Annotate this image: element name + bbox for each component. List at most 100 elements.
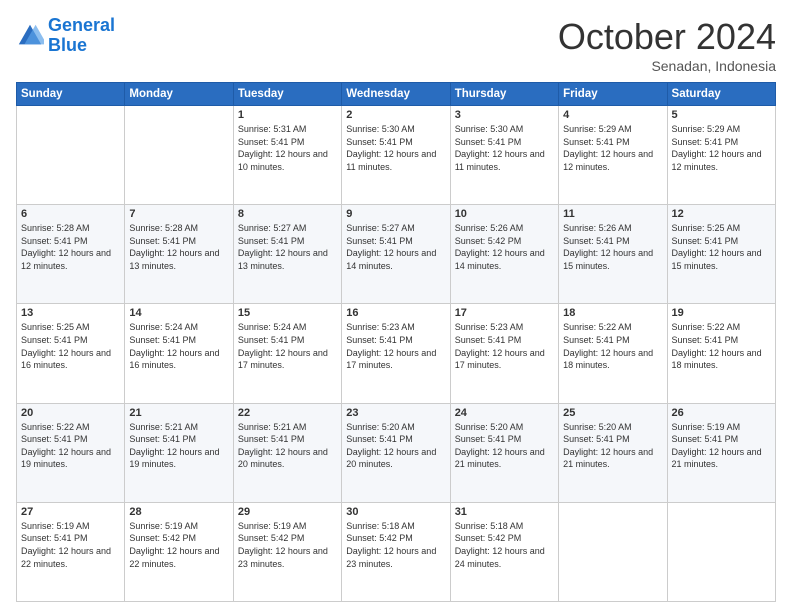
day-number: 10: [455, 208, 554, 220]
calendar-cell: 1 Sunrise: 5:31 AM Sunset: 5:41 PM Daylig…: [233, 106, 341, 205]
day-number: 3: [455, 109, 554, 121]
day-info: Sunrise: 5:19 AM Sunset: 5:42 PM Dayligh…: [129, 520, 228, 570]
day-info: Sunrise: 5:28 AM Sunset: 5:41 PM Dayligh…: [129, 222, 228, 272]
day-number: 4: [563, 109, 662, 121]
calendar-cell: 6 Sunrise: 5:28 AM Sunset: 5:41 PM Daylig…: [17, 205, 125, 304]
calendar-cell: [667, 502, 775, 601]
day-number: 27: [21, 506, 120, 518]
day-info: Sunrise: 5:21 AM Sunset: 5:41 PM Dayligh…: [238, 421, 337, 471]
calendar-cell: 5Sunrise: 5:29 AM Sunset: 5:41 PM Daylig…: [667, 106, 775, 205]
day-number: 11: [563, 208, 662, 220]
calendar-cell: 3 Sunrise: 5:30 AM Sunset: 5:41 PM Daylig…: [450, 106, 558, 205]
weekday-header-friday: Friday: [559, 83, 667, 106]
calendar-body: 1 Sunrise: 5:31 AM Sunset: 5:41 PM Daylig…: [17, 106, 776, 602]
weekday-header-saturday: Saturday: [667, 83, 775, 106]
header: General Blue October 2024 Senadan, Indon…: [16, 16, 776, 74]
day-info: Sunrise: 5:25 AM Sunset: 5:41 PM Dayligh…: [21, 321, 120, 371]
day-info: Sunrise: 5:26 AM Sunset: 5:41 PM Dayligh…: [563, 222, 662, 272]
calendar-cell: 2Sunrise: 5:30 AM Sunset: 5:41 PM Daylig…: [342, 106, 450, 205]
calendar-cell: 23 Sunrise: 5:20 AM Sunset: 5:41 PM Dayli…: [342, 403, 450, 502]
day-number: 16: [346, 307, 445, 319]
day-number: 25: [563, 407, 662, 419]
calendar-week-1: 1 Sunrise: 5:31 AM Sunset: 5:41 PM Daylig…: [17, 106, 776, 205]
calendar-cell: 10 Sunrise: 5:26 AM Sunset: 5:42 PM Dayli…: [450, 205, 558, 304]
day-info: Sunrise: 5:29 AM Sunset: 5:41 PM Dayligh…: [563, 123, 662, 173]
day-number: 19: [672, 307, 771, 319]
calendar-cell: 15 Sunrise: 5:24 AM Sunset: 5:41 PM Dayli…: [233, 304, 341, 403]
calendar-week-3: 13 Sunrise: 5:25 AM Sunset: 5:41 PM Dayli…: [17, 304, 776, 403]
weekday-header-sunday: Sunday: [17, 83, 125, 106]
day-number: 7: [129, 208, 228, 220]
day-info: Sunrise: 5:19 AM Sunset: 5:41 PM Dayligh…: [672, 421, 771, 471]
logo: General Blue: [16, 16, 115, 56]
day-info: Sunrise: 5:24 AM Sunset: 5:41 PM Dayligh…: [238, 321, 337, 371]
calendar-cell: 9 Sunrise: 5:27 AM Sunset: 5:41 PM Daylig…: [342, 205, 450, 304]
calendar-cell: [17, 106, 125, 205]
day-info: Sunrise: 5:20 AM Sunset: 5:41 PM Dayligh…: [455, 421, 554, 471]
weekday-header-tuesday: Tuesday: [233, 83, 341, 106]
day-number: 23: [346, 407, 445, 419]
weekday-header-row: SundayMondayTuesdayWednesdayThursdayFrid…: [17, 83, 776, 106]
calendar-cell: 25 Sunrise: 5:20 AM Sunset: 5:41 PM Dayli…: [559, 403, 667, 502]
calendar-cell: 26 Sunrise: 5:19 AM Sunset: 5:41 PM Dayli…: [667, 403, 775, 502]
calendar-cell: 17 Sunrise: 5:23 AM Sunset: 5:41 PM Dayli…: [450, 304, 558, 403]
weekday-header-wednesday: Wednesday: [342, 83, 450, 106]
calendar: SundayMondayTuesdayWednesdayThursdayFrid…: [16, 82, 776, 602]
day-info: Sunrise: 5:25 AM Sunset: 5:41 PM Dayligh…: [672, 222, 771, 272]
day-info: Sunrise: 5:27 AM Sunset: 5:41 PM Dayligh…: [238, 222, 337, 272]
day-info: Sunrise: 5:22 AM Sunset: 5:41 PM Dayligh…: [563, 321, 662, 371]
calendar-cell: 20 Sunrise: 5:22 AM Sunset: 5:41 PM Dayli…: [17, 403, 125, 502]
day-info: Sunrise: 5:24 AM Sunset: 5:41 PM Dayligh…: [129, 321, 228, 371]
calendar-cell: 28Sunrise: 5:19 AM Sunset: 5:42 PM Dayli…: [125, 502, 233, 601]
logo-icon: [16, 22, 44, 50]
calendar-cell: 11 Sunrise: 5:26 AM Sunset: 5:41 PM Dayli…: [559, 205, 667, 304]
day-number: 13: [21, 307, 120, 319]
day-number: 24: [455, 407, 554, 419]
day-number: 29: [238, 506, 337, 518]
day-number: 6: [21, 208, 120, 220]
calendar-cell: 7 Sunrise: 5:28 AM Sunset: 5:41 PM Daylig…: [125, 205, 233, 304]
day-number: 26: [672, 407, 771, 419]
calendar-cell: 27 Sunrise: 5:19 AM Sunset: 5:41 PM Dayli…: [17, 502, 125, 601]
day-info: Sunrise: 5:19 AM Sunset: 5:42 PM Dayligh…: [238, 520, 337, 570]
calendar-week-2: 6 Sunrise: 5:28 AM Sunset: 5:41 PM Daylig…: [17, 205, 776, 304]
day-number: 31: [455, 506, 554, 518]
day-info: Sunrise: 5:26 AM Sunset: 5:42 PM Dayligh…: [455, 222, 554, 272]
day-info: Sunrise: 5:23 AM Sunset: 5:41 PM Dayligh…: [455, 321, 554, 371]
logo-text: General Blue: [48, 16, 115, 56]
calendar-header: SundayMondayTuesdayWednesdayThursdayFrid…: [17, 83, 776, 106]
day-info: Sunrise: 5:20 AM Sunset: 5:41 PM Dayligh…: [563, 421, 662, 471]
page: General Blue October 2024 Senadan, Indon…: [0, 0, 792, 612]
day-number: 14: [129, 307, 228, 319]
calendar-cell: 30Sunrise: 5:18 AM Sunset: 5:42 PM Dayli…: [342, 502, 450, 601]
calendar-cell: 13 Sunrise: 5:25 AM Sunset: 5:41 PM Dayli…: [17, 304, 125, 403]
day-info: Sunrise: 5:28 AM Sunset: 5:41 PM Dayligh…: [21, 222, 120, 272]
day-number: 17: [455, 307, 554, 319]
day-info: Sunrise: 5:31 AM Sunset: 5:41 PM Dayligh…: [238, 123, 337, 173]
day-number: 22: [238, 407, 337, 419]
day-info: Sunrise: 5:22 AM Sunset: 5:41 PM Dayligh…: [672, 321, 771, 371]
calendar-cell: 31 Sunrise: 5:18 AM Sunset: 5:42 PM Dayli…: [450, 502, 558, 601]
weekday-header-thursday: Thursday: [450, 83, 558, 106]
day-info: Sunrise: 5:19 AM Sunset: 5:41 PM Dayligh…: [21, 520, 120, 570]
day-number: 9: [346, 208, 445, 220]
day-info: Sunrise: 5:18 AM Sunset: 5:42 PM Dayligh…: [455, 520, 554, 570]
day-info: Sunrise: 5:30 AM Sunset: 5:41 PM Dayligh…: [346, 123, 445, 173]
logo-blue: Blue: [48, 35, 87, 55]
day-number: 5: [672, 109, 771, 121]
calendar-cell: 24 Sunrise: 5:20 AM Sunset: 5:41 PM Dayli…: [450, 403, 558, 502]
day-info: Sunrise: 5:22 AM Sunset: 5:41 PM Dayligh…: [21, 421, 120, 471]
calendar-week-4: 20 Sunrise: 5:22 AM Sunset: 5:41 PM Dayli…: [17, 403, 776, 502]
weekday-header-monday: Monday: [125, 83, 233, 106]
calendar-cell: [125, 106, 233, 205]
day-number: 15: [238, 307, 337, 319]
day-info: Sunrise: 5:27 AM Sunset: 5:41 PM Dayligh…: [346, 222, 445, 272]
day-number: 20: [21, 407, 120, 419]
day-number: 1: [238, 109, 337, 121]
calendar-cell: 12Sunrise: 5:25 AM Sunset: 5:41 PM Dayli…: [667, 205, 775, 304]
day-info: Sunrise: 5:30 AM Sunset: 5:41 PM Dayligh…: [455, 123, 554, 173]
day-number: 21: [129, 407, 228, 419]
day-info: Sunrise: 5:20 AM Sunset: 5:41 PM Dayligh…: [346, 421, 445, 471]
calendar-week-5: 27 Sunrise: 5:19 AM Sunset: 5:41 PM Dayli…: [17, 502, 776, 601]
day-info: Sunrise: 5:18 AM Sunset: 5:42 PM Dayligh…: [346, 520, 445, 570]
